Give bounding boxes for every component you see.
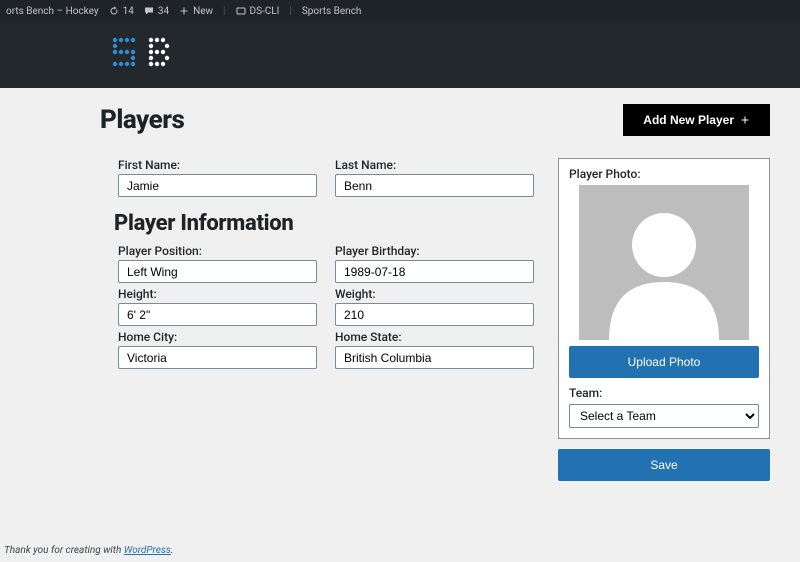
comment-icon (144, 6, 154, 16)
team-select[interactable]: Select a Team (569, 404, 759, 428)
adminbar-sportsbench[interactable]: Sports Bench (302, 6, 362, 17)
save-button[interactable]: Save (558, 449, 770, 481)
logo-b-icon (146, 35, 176, 75)
wp-admin-bar: orts Bench – Hockey 14 34 New | DS-CLI |… (0, 0, 800, 22)
adminbar-site[interactable]: orts Bench – Hockey (6, 6, 99, 17)
upload-photo-button[interactable]: Upload Photo (569, 346, 759, 378)
refresh-icon (109, 6, 119, 16)
adminbar-updates[interactable]: 14 (109, 6, 134, 17)
sidebar-right: Player Photo: Upload Photo Team: Select … (558, 158, 770, 481)
adminbar-comments[interactable]: 34 (144, 6, 169, 17)
first-name-input[interactable] (118, 174, 317, 197)
terminal-icon (236, 6, 246, 16)
home-city-label: Home City: (118, 330, 317, 344)
add-new-player-button[interactable]: Add New Player (623, 104, 770, 136)
home-city-input[interactable] (118, 346, 317, 369)
site-logo (110, 35, 176, 75)
height-label: Height: (118, 287, 317, 301)
adminbar-sep2: | (289, 6, 291, 17)
footer-text: Thank you for creating with (4, 545, 124, 556)
photo-placeholder (579, 185, 749, 340)
height-input[interactable] (118, 303, 317, 326)
weight-input[interactable] (335, 303, 534, 326)
add-new-player-label: Add New Player (643, 113, 734, 127)
page-title: Players (100, 105, 184, 135)
adminbar-dscli[interactable]: DS-CLI (236, 6, 280, 17)
last-name-label: Last Name: (335, 158, 534, 172)
position-input[interactable] (118, 260, 317, 283)
adminbar-new-label: New (193, 6, 213, 17)
first-name-label: First Name: (118, 158, 317, 172)
logo-s-icon (110, 35, 140, 75)
home-state-label: Home State: (335, 330, 534, 344)
adminbar-updates-count: 14 (123, 6, 134, 17)
adminbar-comments-count: 34 (158, 6, 169, 17)
birthday-label: Player Birthday: (335, 244, 534, 258)
photo-card: Player Photo: Upload Photo Team: Select … (558, 158, 770, 439)
team-label: Team: (569, 386, 759, 400)
last-name-input[interactable] (335, 174, 534, 197)
footer-wordpress-link[interactable]: WordPress (124, 545, 171, 556)
footer: Thank you for creating with WordPress. (0, 539, 800, 562)
form-left: First Name: Last Name: Player Informatio… (100, 158, 534, 373)
adminbar-new[interactable]: New (179, 6, 213, 17)
avatar-placeholder-icon (589, 190, 739, 340)
photo-label: Player Photo: (569, 167, 759, 181)
adminbar-dscli-label: DS-CLI (250, 6, 280, 17)
weight-label: Weight: (335, 287, 534, 301)
adminbar-sep: | (223, 6, 225, 17)
footer-period: . (171, 545, 174, 556)
position-label: Player Position: (118, 244, 317, 258)
adminbar-sportsbench-label: Sports Bench (302, 6, 362, 17)
birthday-input[interactable] (335, 260, 534, 283)
masthead (0, 22, 800, 88)
adminbar-site-name: orts Bench – Hockey (6, 6, 99, 17)
plus-icon (740, 115, 750, 125)
plus-icon (179, 6, 189, 16)
home-state-input[interactable] (335, 346, 534, 369)
section-player-info: Player Information (114, 211, 534, 236)
